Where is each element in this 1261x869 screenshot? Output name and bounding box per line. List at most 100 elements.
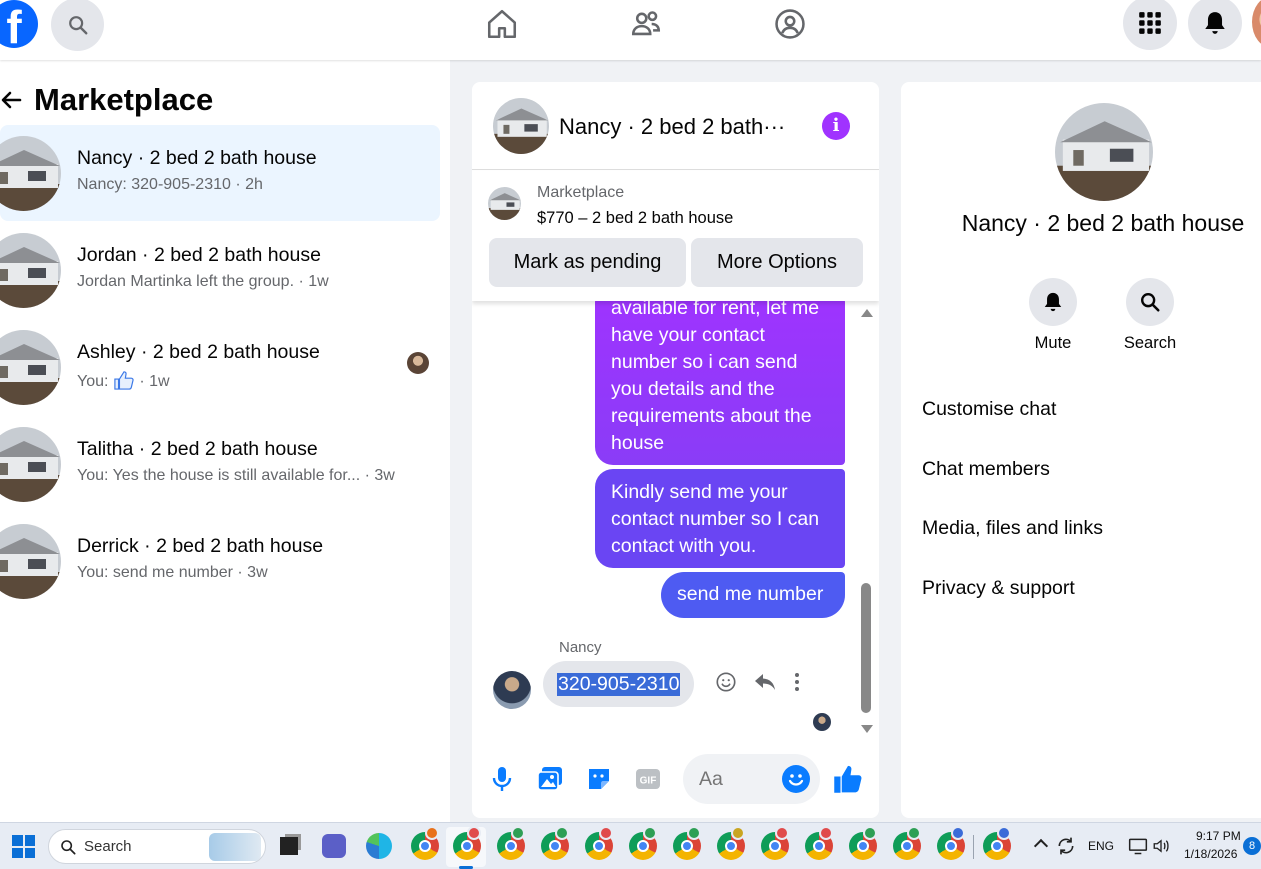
chat-scrollbar[interactable] <box>861 301 873 741</box>
sync-icon[interactable] <box>1056 836 1076 856</box>
taskbar-search-label: Search <box>84 838 132 855</box>
friends-tab[interactable] <box>626 4 666 44</box>
task-view-icon[interactable] <box>280 837 298 855</box>
search-highlight-image <box>209 833 261 861</box>
selected-phone-number[interactable]: 320-905-2310 <box>557 672 681 696</box>
listing-thumbnail <box>0 330 61 405</box>
scrollbar-thumb[interactable] <box>861 583 871 713</box>
received-message[interactable]: 320-905-2310 <box>543 661 695 707</box>
groups-tab[interactable] <box>770 4 810 44</box>
conversation-item-ashley[interactable]: Ashley · 2 bed 2 bath house You: · 1w <box>0 319 440 415</box>
privacy-support-item[interactable]: Privacy & support <box>922 577 1075 600</box>
conversation-item-derrick[interactable]: Derrick · 2 bed 2 bath house You: send m… <box>0 513 440 609</box>
customise-chat-item[interactable]: Customise chat <box>922 398 1056 421</box>
message-input-box[interactable] <box>683 754 820 804</box>
conversation-item-jordan[interactable]: Jordan · 2 bed 2 bath house Jordan Marti… <box>0 222 440 318</box>
sent-message[interactable]: send me number <box>661 572 845 618</box>
chat-list-panel: Marketplace Nancy · 2 bed 2 bath house N… <box>0 60 450 822</box>
conversation-name: Ashley · 2 bed 2 bath house <box>77 341 320 363</box>
volume-icon[interactable] <box>1152 836 1170 856</box>
conversation-preview: You: Yes the house is still available fo… <box>77 467 395 484</box>
start-button[interactable] <box>12 835 35 858</box>
profile-avatar[interactable] <box>1252 0 1261 48</box>
edge-browser-icon[interactable] <box>366 833 392 859</box>
chrome-profile-icon[interactable] <box>717 826 745 860</box>
mute-button[interactable] <box>1029 278 1077 326</box>
search-in-conversation-button[interactable] <box>1126 278 1174 326</box>
chrome-profile-icon[interactable] <box>893 826 921 860</box>
search-icon <box>61 840 76 855</box>
menu-button[interactable] <box>1123 0 1177 50</box>
scroll-up-arrow[interactable] <box>861 309 873 317</box>
search-action[interactable]: Search <box>1115 278 1185 353</box>
home-tab[interactable] <box>482 4 522 44</box>
listing-thumbnail[interactable] <box>488 187 521 220</box>
sender-name: Nancy <box>559 639 602 656</box>
sender-avatar[interactable] <box>493 671 531 709</box>
clock-date[interactable]: 1/18/2026 <box>1184 847 1237 861</box>
microphone-icon <box>492 767 512 791</box>
conversation-name: Jordan · 2 bed 2 bath house <box>77 244 321 266</box>
apps-grid-icon <box>1139 12 1161 34</box>
message-input[interactable] <box>699 754 779 804</box>
chrome-profile-icon[interactable] <box>453 826 481 860</box>
taskbar-search-box[interactable]: Search <box>48 829 266 864</box>
emoji-picker-icon[interactable] <box>782 765 810 793</box>
conversation-name: Talitha · 2 bed 2 bath house <box>77 438 318 460</box>
details-avatar[interactable] <box>1055 103 1153 201</box>
voice-clip-button[interactable] <box>487 764 517 794</box>
chrome-profile-icon[interactable] <box>497 826 525 860</box>
chrome-profile-icon[interactable] <box>805 826 833 860</box>
back-arrow-icon[interactable] <box>0 88 24 112</box>
chrome-profile-icon[interactable] <box>937 826 965 860</box>
teams-chat-icon[interactable] <box>322 834 346 858</box>
chrome-profile-icon[interactable] <box>541 826 569 860</box>
chat-title[interactable]: Nancy · 2 bed 2 bath··· <box>559 114 785 140</box>
mark-as-pending-button[interactable]: Mark as pending <box>489 238 686 287</box>
sticker-button[interactable] <box>584 764 614 794</box>
media-files-links-item[interactable]: Media, files and links <box>922 517 1103 540</box>
chrome-profile-icon[interactable] <box>585 826 613 860</box>
sent-message[interactable]: Kindly send me your contact number so I … <box>595 469 845 568</box>
gif-button[interactable]: GIF <box>633 764 663 794</box>
chrome-profile-icon[interactable] <box>673 826 701 860</box>
image-icon <box>537 767 562 791</box>
sent-message[interactable]: available for rent, let me have your con… <box>595 301 845 465</box>
listing-price[interactable]: $770 – 2 bed 2 bath house <box>537 209 733 228</box>
scroll-down-arrow[interactable] <box>861 725 873 733</box>
network-icon[interactable] <box>1128 836 1148 856</box>
notification-count-badge[interactable]: 8 <box>1243 837 1261 855</box>
friends-icon <box>631 11 661 36</box>
search-button[interactable] <box>51 0 104 51</box>
clock-time[interactable]: 9:17 PM <box>1196 829 1241 843</box>
send-like-button[interactable] <box>833 764 863 794</box>
chrome-profile-icon[interactable] <box>983 826 1011 860</box>
conversation-name: Derrick · 2 bed 2 bath house <box>77 535 324 557</box>
mute-action[interactable]: Mute <box>1018 278 1088 353</box>
conversation-item-talitha[interactable]: Talitha · 2 bed 2 bath house You: Yes th… <box>0 416 440 512</box>
info-icon[interactable]: i <box>822 112 850 140</box>
preview-time: · 1w <box>139 373 170 390</box>
thumbs-up-icon <box>834 765 862 793</box>
listing-thumbnail <box>0 136 61 211</box>
chat-panel: Nancy · 2 bed 2 bath··· i Marketplace $7… <box>472 82 879 818</box>
notifications-button[interactable] <box>1188 0 1242 50</box>
show-hidden-icons-chevron[interactable] <box>1033 838 1049 854</box>
language-indicator[interactable]: ENG <box>1088 839 1114 853</box>
chrome-profile-icon[interactable] <box>849 826 877 860</box>
more-vertical-icon[interactable] <box>793 671 801 693</box>
conversation-preview: You: send me number · 3w <box>77 564 268 581</box>
reply-icon[interactable] <box>753 671 777 693</box>
home-icon <box>487 9 517 39</box>
more-options-button[interactable]: More Options <box>691 238 863 287</box>
chrome-profile-icon[interactable] <box>761 826 789 860</box>
react-emoji-icon[interactable] <box>715 671 737 693</box>
chrome-profile-icon[interactable] <box>411 826 439 860</box>
attach-photo-button[interactable] <box>535 764 565 794</box>
search-icon <box>68 15 87 34</box>
chat-avatar[interactable] <box>493 98 549 154</box>
chrome-profile-icon[interactable] <box>629 826 657 860</box>
conversation-item-nancy[interactable]: Nancy · 2 bed 2 bath house Nancy: 320-90… <box>0 125 440 221</box>
chat-members-item[interactable]: Chat members <box>922 458 1050 481</box>
facebook-logo[interactable]: f <box>0 0 38 48</box>
